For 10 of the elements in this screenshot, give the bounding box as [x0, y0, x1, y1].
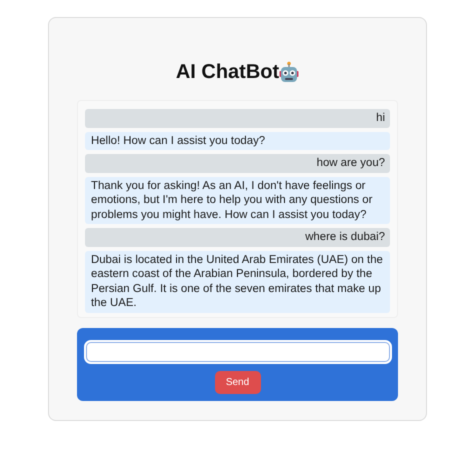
bot-message: Hello! How can I assist you today?	[85, 132, 390, 150]
robot-icon	[279, 61, 300, 83]
user-message: how are you?	[85, 154, 390, 172]
bot-message: Dubai is located in the United Arab Emirates (UAE) on the eastern coast of the Arabian Peninsula, bordered by the Persian Gulf. It is one of the seven emirates that make up the UAE.	[85, 250, 390, 312]
send-button[interactable]: Send	[214, 370, 260, 394]
app-title: AI ChatBot	[176, 60, 280, 84]
user-message: hi	[85, 109, 390, 128]
user-message: where is dubai?	[85, 228, 390, 246]
bot-message: Thank you for asking! As an AI, I don't have feelings or emotions, but I'm here to help you with any questions or problems you might have. How can I assist you today?	[85, 176, 390, 224]
message-input[interactable]	[84, 340, 392, 364]
